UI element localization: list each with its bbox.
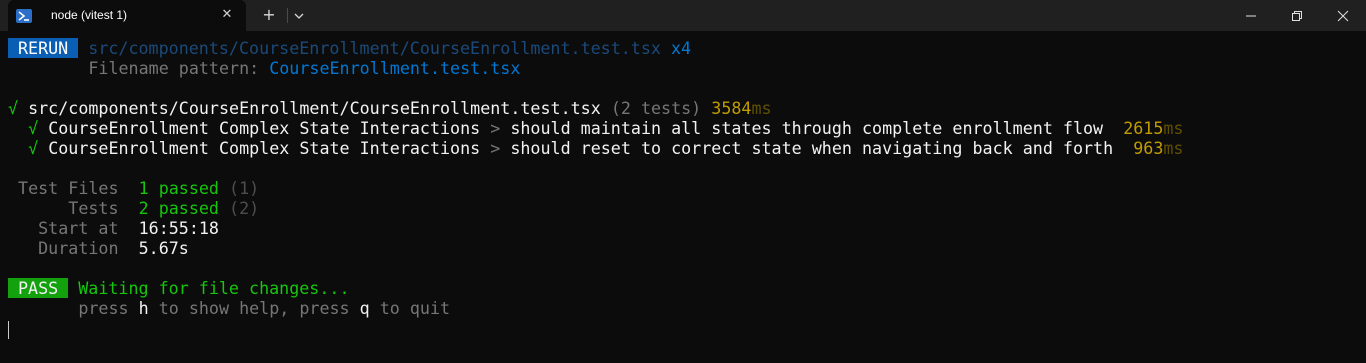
rerun-count: x4	[671, 38, 692, 58]
suite-line: √ src/components/CourseEnrollment/Course…	[8, 98, 772, 118]
test-suite-name: CourseEnrollment Complex State Interacti…	[48, 118, 481, 138]
test-name: should maintain all states through compl…	[510, 118, 1104, 138]
rerun-line: RERUN src/components/CourseEnrollment/Co…	[8, 38, 691, 58]
waiting-text: Waiting for file changes...	[78, 278, 350, 298]
test-time: 2615	[1123, 118, 1164, 138]
maximize-button[interactable]	[1274, 0, 1320, 31]
filename-label: Filename pattern:	[88, 58, 260, 78]
minimize-icon	[1246, 15, 1256, 17]
tests-label: Tests	[68, 198, 119, 218]
text-cursor	[8, 321, 9, 339]
duration-value: 5.67s	[138, 238, 189, 258]
powershell-icon	[16, 8, 32, 23]
test-files-label: Test Files	[18, 178, 119, 198]
minimize-button[interactable]	[1228, 0, 1274, 31]
restore-icon	[1292, 11, 1302, 21]
check-icon: √	[28, 118, 39, 138]
close-window-button[interactable]	[1320, 0, 1366, 31]
suite-time: 3584	[711, 98, 752, 118]
suite-path: src/components/CourseEnrollment/CourseEn…	[28, 98, 601, 118]
help-mid: to show help, press	[158, 298, 350, 318]
tests-passed: 2 passed	[138, 198, 219, 218]
terminal-tab[interactable]: node (vitest 1) ✕	[8, 0, 246, 31]
check-icon: √	[28, 138, 39, 158]
filename-value: CourseEnrollment.test.tsx	[269, 58, 521, 78]
rerun-badge: RERUN	[8, 38, 79, 58]
help-key-q: q	[359, 298, 370, 318]
close-icon[interactable]: ✕	[220, 8, 234, 22]
pass-badge: PASS	[8, 278, 69, 298]
start-label: Start at	[38, 218, 119, 238]
duration-label: Duration	[38, 238, 119, 258]
test-separator: >	[490, 118, 501, 138]
test-time: 963	[1133, 138, 1164, 158]
test-suite-name: CourseEnrollment Complex State Interacti…	[48, 138, 481, 158]
summary-duration: Duration 5.67s	[8, 238, 189, 258]
test-line: √ CourseEnrollment Complex State Interac…	[8, 118, 1183, 138]
suite-count: (2 tests)	[610, 98, 702, 118]
close-icon	[1337, 10, 1349, 22]
tab-title: node (vitest 1)	[51, 8, 128, 22]
suite-time-unit: ms	[751, 98, 772, 118]
rerun-path: src/components/CourseEnrollment/CourseEn…	[88, 38, 661, 58]
chevron-down-icon[interactable]	[292, 8, 306, 22]
help-end: to quit	[379, 298, 451, 318]
test-files-total: (1)	[229, 178, 260, 198]
title-bar: node (vitest 1) ✕ +	[0, 0, 1366, 31]
new-tab-button[interactable]: +	[261, 7, 277, 23]
test-time-unit: ms	[1163, 118, 1184, 138]
summary-start: Start at 16:55:18	[8, 218, 219, 238]
summary-test-files: Test Files 1 passed (1)	[8, 178, 259, 198]
terminal-output[interactable]: RERUN src/components/CourseEnrollment/Co…	[0, 31, 1366, 363]
test-line: √ CourseEnrollment Complex State Interac…	[8, 138, 1183, 158]
summary-tests: Tests 2 passed (2)	[8, 198, 259, 218]
help-press: press	[78, 298, 129, 318]
check-icon: √	[8, 98, 19, 118]
filename-line: Filename pattern: CourseEnrollment.test.…	[8, 58, 520, 78]
test-name: should reset to correct state when navig…	[510, 138, 1114, 158]
tests-total: (2)	[229, 198, 260, 218]
test-files-passed: 1 passed	[138, 178, 219, 198]
test-separator: >	[490, 138, 501, 158]
pass-line: PASS Waiting for file changes...	[8, 278, 350, 298]
help-key-h: h	[138, 298, 149, 318]
help-line: press h to show help, press q to quit	[8, 298, 450, 318]
tab-divider	[287, 8, 288, 23]
start-value: 16:55:18	[138, 218, 219, 238]
test-time-unit: ms	[1163, 138, 1184, 158]
